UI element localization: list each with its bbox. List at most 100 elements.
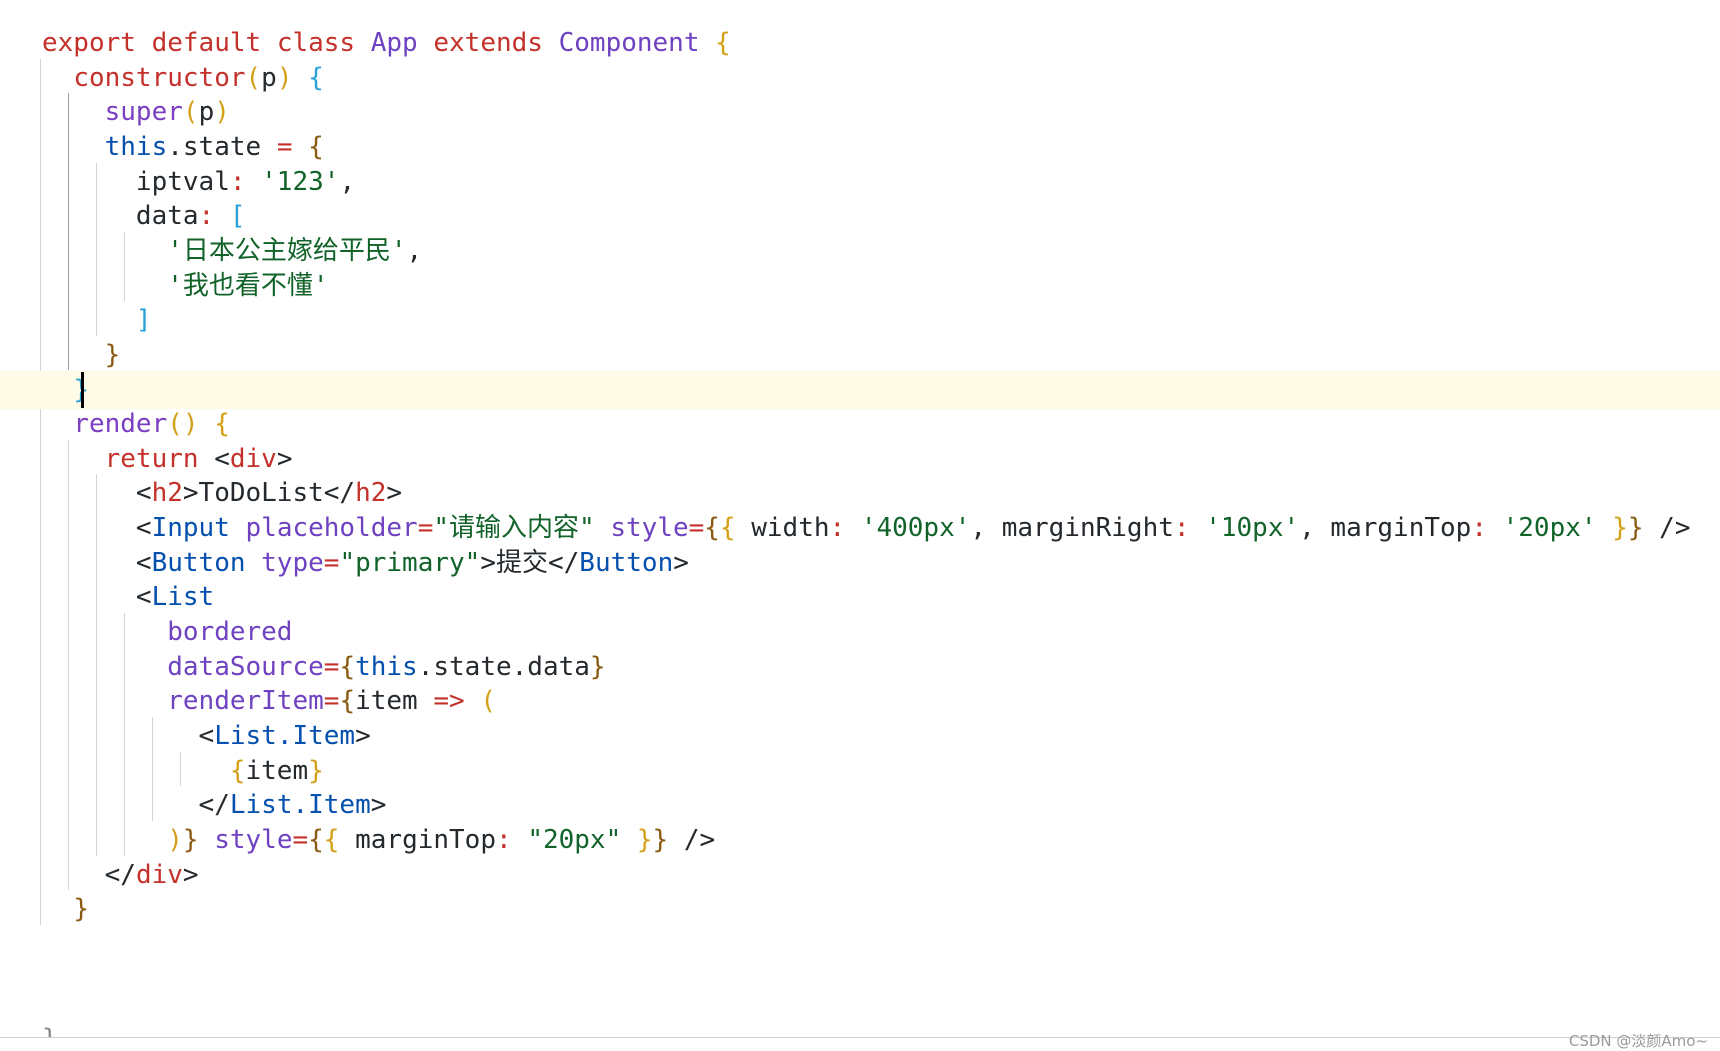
code-line[interactable]: </List.Item> bbox=[0, 786, 1720, 824]
code-token: } bbox=[1627, 513, 1644, 544]
code-token: '20px' bbox=[1502, 513, 1597, 544]
code-token: this bbox=[355, 651, 418, 682]
code-token: > bbox=[386, 478, 403, 509]
code-token: p bbox=[261, 62, 277, 93]
code-line[interactable]: '日本公主嫁给平民', bbox=[0, 232, 1720, 270]
code-token: '日本公主嫁给平民' bbox=[167, 235, 407, 266]
code-line-current[interactable]: } bbox=[0, 370, 1720, 409]
code-token: .state.data bbox=[417, 651, 590, 682]
code-editor[interactable]: export default class App extends Compone… bbox=[0, 0, 1720, 1051]
watermark: CSDN @淡颜Amo~ bbox=[1568, 1032, 1708, 1050]
code-line-content: {item} bbox=[42, 752, 324, 790]
code-token: App bbox=[370, 28, 418, 58]
code-token: , bbox=[406, 235, 423, 266]
code-token: } bbox=[104, 339, 121, 370]
code-token: () bbox=[167, 409, 199, 440]
code-line[interactable]: } bbox=[0, 890, 1720, 928]
code-token: "20px" bbox=[527, 824, 622, 855]
code-token: class bbox=[276, 28, 356, 58]
code-token: super bbox=[104, 97, 183, 128]
code-line[interactable]: '我也看不懂' bbox=[0, 267, 1720, 305]
code-line[interactable]: } bbox=[0, 336, 1720, 374]
code-line[interactable]: <Input placeholder="请输入内容" style={{ widt… bbox=[0, 509, 1720, 547]
code-token: type bbox=[261, 547, 324, 578]
code-token: > bbox=[370, 790, 387, 821]
code-line-content: renderItem={item => ( bbox=[42, 682, 496, 720]
code-token: { bbox=[719, 513, 736, 544]
code-token: return bbox=[104, 443, 199, 474]
code-token: style bbox=[610, 513, 689, 544]
code-line[interactable]: </div> bbox=[0, 856, 1720, 894]
code-line[interactable]: constructor(p) { bbox=[0, 59, 1720, 97]
code-line[interactable]: <List bbox=[0, 578, 1720, 616]
code-token: : bbox=[198, 201, 230, 232]
code-token: '10px' bbox=[1205, 513, 1300, 544]
code-token: > bbox=[182, 859, 199, 890]
code-line[interactable]: <h2>ToDoList</h2> bbox=[0, 474, 1720, 512]
code-line[interactable]: super(p) bbox=[0, 93, 1720, 131]
code-token: ( bbox=[480, 686, 496, 717]
code-token: List.Item bbox=[229, 790, 371, 821]
code-token: div bbox=[229, 443, 277, 474]
code-line[interactable]: bordered bbox=[0, 613, 1720, 651]
code-token: width bbox=[735, 513, 830, 544]
code-token: } bbox=[182, 824, 199, 855]
code-line[interactable]: <List.Item> bbox=[0, 717, 1720, 755]
code-line[interactable]: dataSource={this.state.data} bbox=[0, 648, 1720, 686]
code-line-content: <Button type="primary">提交</Button> bbox=[42, 544, 689, 582]
code-token: render bbox=[73, 409, 168, 440]
code-token: > bbox=[276, 443, 293, 474]
code-token: } bbox=[589, 651, 606, 682]
code-token: = bbox=[276, 131, 293, 162]
code-line[interactable]: render() { bbox=[0, 405, 1720, 443]
code-token: bordered bbox=[167, 617, 293, 648]
code-token: "primary" bbox=[339, 547, 481, 578]
code-token: iptval bbox=[135, 166, 230, 197]
code-line[interactable]: renderItem={item => ( bbox=[0, 682, 1720, 720]
code-line[interactable]: ] bbox=[0, 301, 1720, 339]
code-token: ) bbox=[276, 62, 293, 93]
code-token: = bbox=[323, 651, 340, 682]
code-line-content: <List bbox=[42, 578, 214, 616]
code-token: export bbox=[42, 28, 136, 58]
code-token: ] bbox=[135, 305, 152, 336]
code-token: data bbox=[135, 201, 199, 232]
code-token: } bbox=[636, 824, 653, 855]
code-token: this bbox=[104, 131, 168, 162]
code-line-content: <h2>ToDoList</h2> bbox=[42, 474, 402, 512]
code-line[interactable]: export default class App extends Compone… bbox=[0, 24, 1720, 62]
code-line[interactable]: <Button type="primary">提交</Button> bbox=[0, 544, 1720, 582]
code-token: constructor bbox=[73, 62, 246, 93]
code-line-content: ] bbox=[42, 301, 152, 339]
code-token: style bbox=[214, 824, 293, 855]
code-line[interactable]: {item} bbox=[0, 752, 1720, 790]
code-token: extends bbox=[433, 28, 543, 58]
code-line[interactable]: data: [ bbox=[0, 197, 1720, 235]
code-line-content: '日本公主嫁给平民', bbox=[42, 232, 422, 270]
code-token: < bbox=[198, 721, 215, 751]
code-token: ) bbox=[167, 824, 183, 855]
code-token: .state bbox=[167, 131, 277, 162]
code-token: renderItem bbox=[167, 686, 324, 717]
code-token: = bbox=[323, 686, 340, 717]
code-token: : bbox=[496, 824, 528, 855]
code-token: { bbox=[704, 513, 720, 544]
code-line[interactable]: iptval: '123', bbox=[0, 163, 1720, 201]
code-line[interactable]: )} style={{ marginTop: "20px" }} /> bbox=[0, 821, 1720, 859]
code-line[interactable]: this.state = { bbox=[0, 128, 1720, 166]
code-line-content: bordered bbox=[42, 613, 292, 651]
code-line[interactable]: return <div> bbox=[0, 440, 1720, 478]
